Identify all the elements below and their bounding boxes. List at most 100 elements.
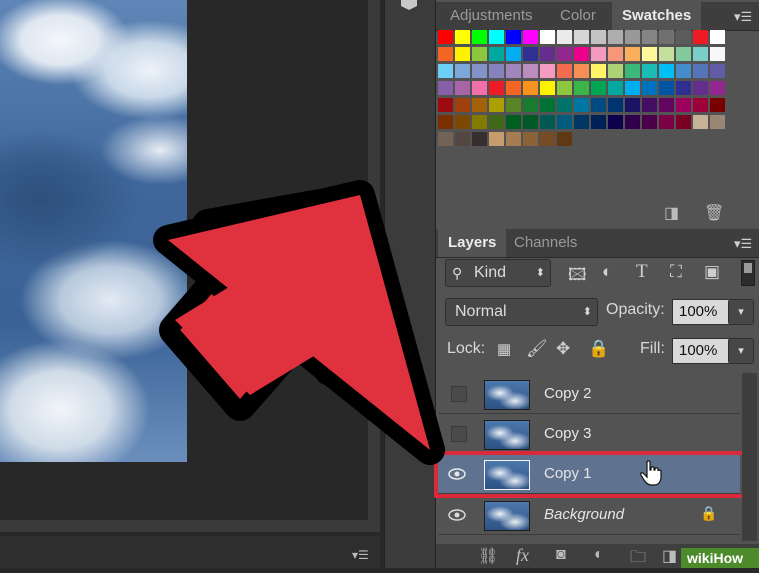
layer-filter-kind[interactable]: ⚲ Kind ⬍ [445,259,551,287]
swatch-cell[interactable] [659,81,674,95]
tab-adjustments[interactable]: Adjustments [440,2,543,30]
swatch-cell[interactable] [574,81,589,95]
swatch-cell[interactable] [540,30,555,44]
new-layer-icon[interactable]: ◨ [662,546,677,566]
swatch-cell[interactable] [455,132,470,146]
folder-icon[interactable]: 🗀 [630,546,646,573]
panel-collapse-icon[interactable] [398,0,420,10]
blend-mode-select[interactable]: Normal ⬍ [445,298,598,326]
swatch-cell[interactable] [574,64,589,78]
swatch-cell[interactable] [625,98,640,112]
swatch-cell[interactable] [574,115,589,129]
swatch-cell[interactable] [557,30,572,44]
swatch-cell[interactable] [642,81,657,95]
opacity-field[interactable]: 100% [672,299,730,325]
swatch-cell[interactable] [693,81,708,95]
swatch-cell[interactable] [472,47,487,61]
swatch-cell[interactable] [438,115,453,129]
swatch-cell[interactable] [438,81,453,95]
swatch-cell[interactable] [438,132,453,146]
swatch-cell[interactable] [608,115,623,129]
swatch-cell[interactable] [591,115,606,129]
lock-position-icon[interactable]: ✥ [556,339,570,359]
swatch-cell[interactable] [489,47,504,61]
swatch-cell[interactable] [693,98,708,112]
tab-color[interactable]: Color [550,2,606,30]
visibility-toggle[interactable] [451,386,467,402]
panel-menu-icon[interactable]: ▾☰ [352,548,369,562]
swatch-cell[interactable] [523,98,538,112]
swatch-cell[interactable] [540,81,555,95]
swatch-cell[interactable] [710,98,725,112]
swatches-menu-icon[interactable]: ▾☰ [734,9,752,25]
swatch-cell[interactable] [489,132,504,146]
swatch-cell[interactable] [608,47,623,61]
swatch-cell[interactable] [472,98,487,112]
swatch-cell[interactable] [659,64,674,78]
swatch-cell[interactable] [506,30,521,44]
swatch-cell[interactable] [625,81,640,95]
fx-icon[interactable]: fx [516,545,529,566]
swatch-cell[interactable] [642,115,657,129]
trash-icon[interactable]: 🗑 [704,203,724,223]
swatch-cell[interactable] [625,47,640,61]
swatch-cell[interactable] [472,81,487,95]
swatch-cell[interactable] [710,30,725,44]
lock-brush-icon[interactable]: 🖌 [526,339,548,359]
swatch-cell[interactable] [676,115,691,129]
swatch-cell[interactable] [608,30,623,44]
swatch-cell[interactable] [574,30,589,44]
swatch-cell[interactable] [591,98,606,112]
swatch-cell[interactable] [659,30,674,44]
eye-icon[interactable] [448,506,466,524]
swatch-cell[interactable] [540,64,555,78]
canvas-horizontal-scrollbar[interactable] [0,520,380,532]
swatch-cell[interactable] [659,115,674,129]
swatch-cell[interactable] [659,98,674,112]
swatch-cell[interactable] [523,47,538,61]
swatch-cell[interactable] [489,30,504,44]
layer-row[interactable]: Copy 3 [438,415,740,454]
swatch-cell[interactable] [608,81,623,95]
swatch-cell[interactable] [506,47,521,61]
tab-swatches[interactable]: Swatches [612,2,702,30]
lock-transparent-icon[interactable]: ▦ [497,340,511,358]
tab-layers[interactable]: Layers [438,229,507,257]
layer-row[interactable]: Copy 2 [438,375,740,414]
swatch-cell[interactable] [710,115,725,129]
swatch-cell[interactable] [625,64,640,78]
swatch-cell[interactable] [591,81,606,95]
swatch-cell[interactable] [642,64,657,78]
swatch-cell[interactable] [455,81,470,95]
lock-all-icon[interactable]: 🔒 [588,339,609,359]
layers-menu-icon[interactable]: ▾☰ [734,236,752,252]
swatch-cell[interactable] [523,115,538,129]
layers-scrollbar[interactable] [742,373,757,541]
swatch-cell[interactable] [523,132,538,146]
swatch-cell[interactable] [455,64,470,78]
tab-channels[interactable]: Channels [504,229,587,257]
swatch-cell[interactable] [506,81,521,95]
mask-icon[interactable]: ◙ [556,546,566,564]
swatch-cell[interactable] [489,64,504,78]
swatch-cell[interactable] [710,81,725,95]
swatch-cell[interactable] [642,30,657,44]
swatch-cell[interactable] [489,98,504,112]
swatch-cell[interactable] [574,47,589,61]
swatch-cell[interactable] [676,64,691,78]
swatch-cell[interactable] [676,81,691,95]
layer-row[interactable]: Background 🔒 [438,496,740,535]
swatch-cell[interactable] [438,47,453,61]
swatch-cell[interactable] [472,64,487,78]
fill-dropdown-icon[interactable]: ▾ [728,338,754,364]
swatch-cell[interactable] [574,98,589,112]
swatch-cell[interactable] [506,115,521,129]
swatch-cell[interactable] [472,132,487,146]
swatch-cell[interactable] [676,30,691,44]
swatch-cell[interactable] [693,30,708,44]
fill-field[interactable]: 100% [672,338,730,364]
swatch-cell[interactable] [506,98,521,112]
swatch-cell[interactable] [540,98,555,112]
swatch-cell[interactable] [710,64,725,78]
swatch-cell[interactable] [557,47,572,61]
